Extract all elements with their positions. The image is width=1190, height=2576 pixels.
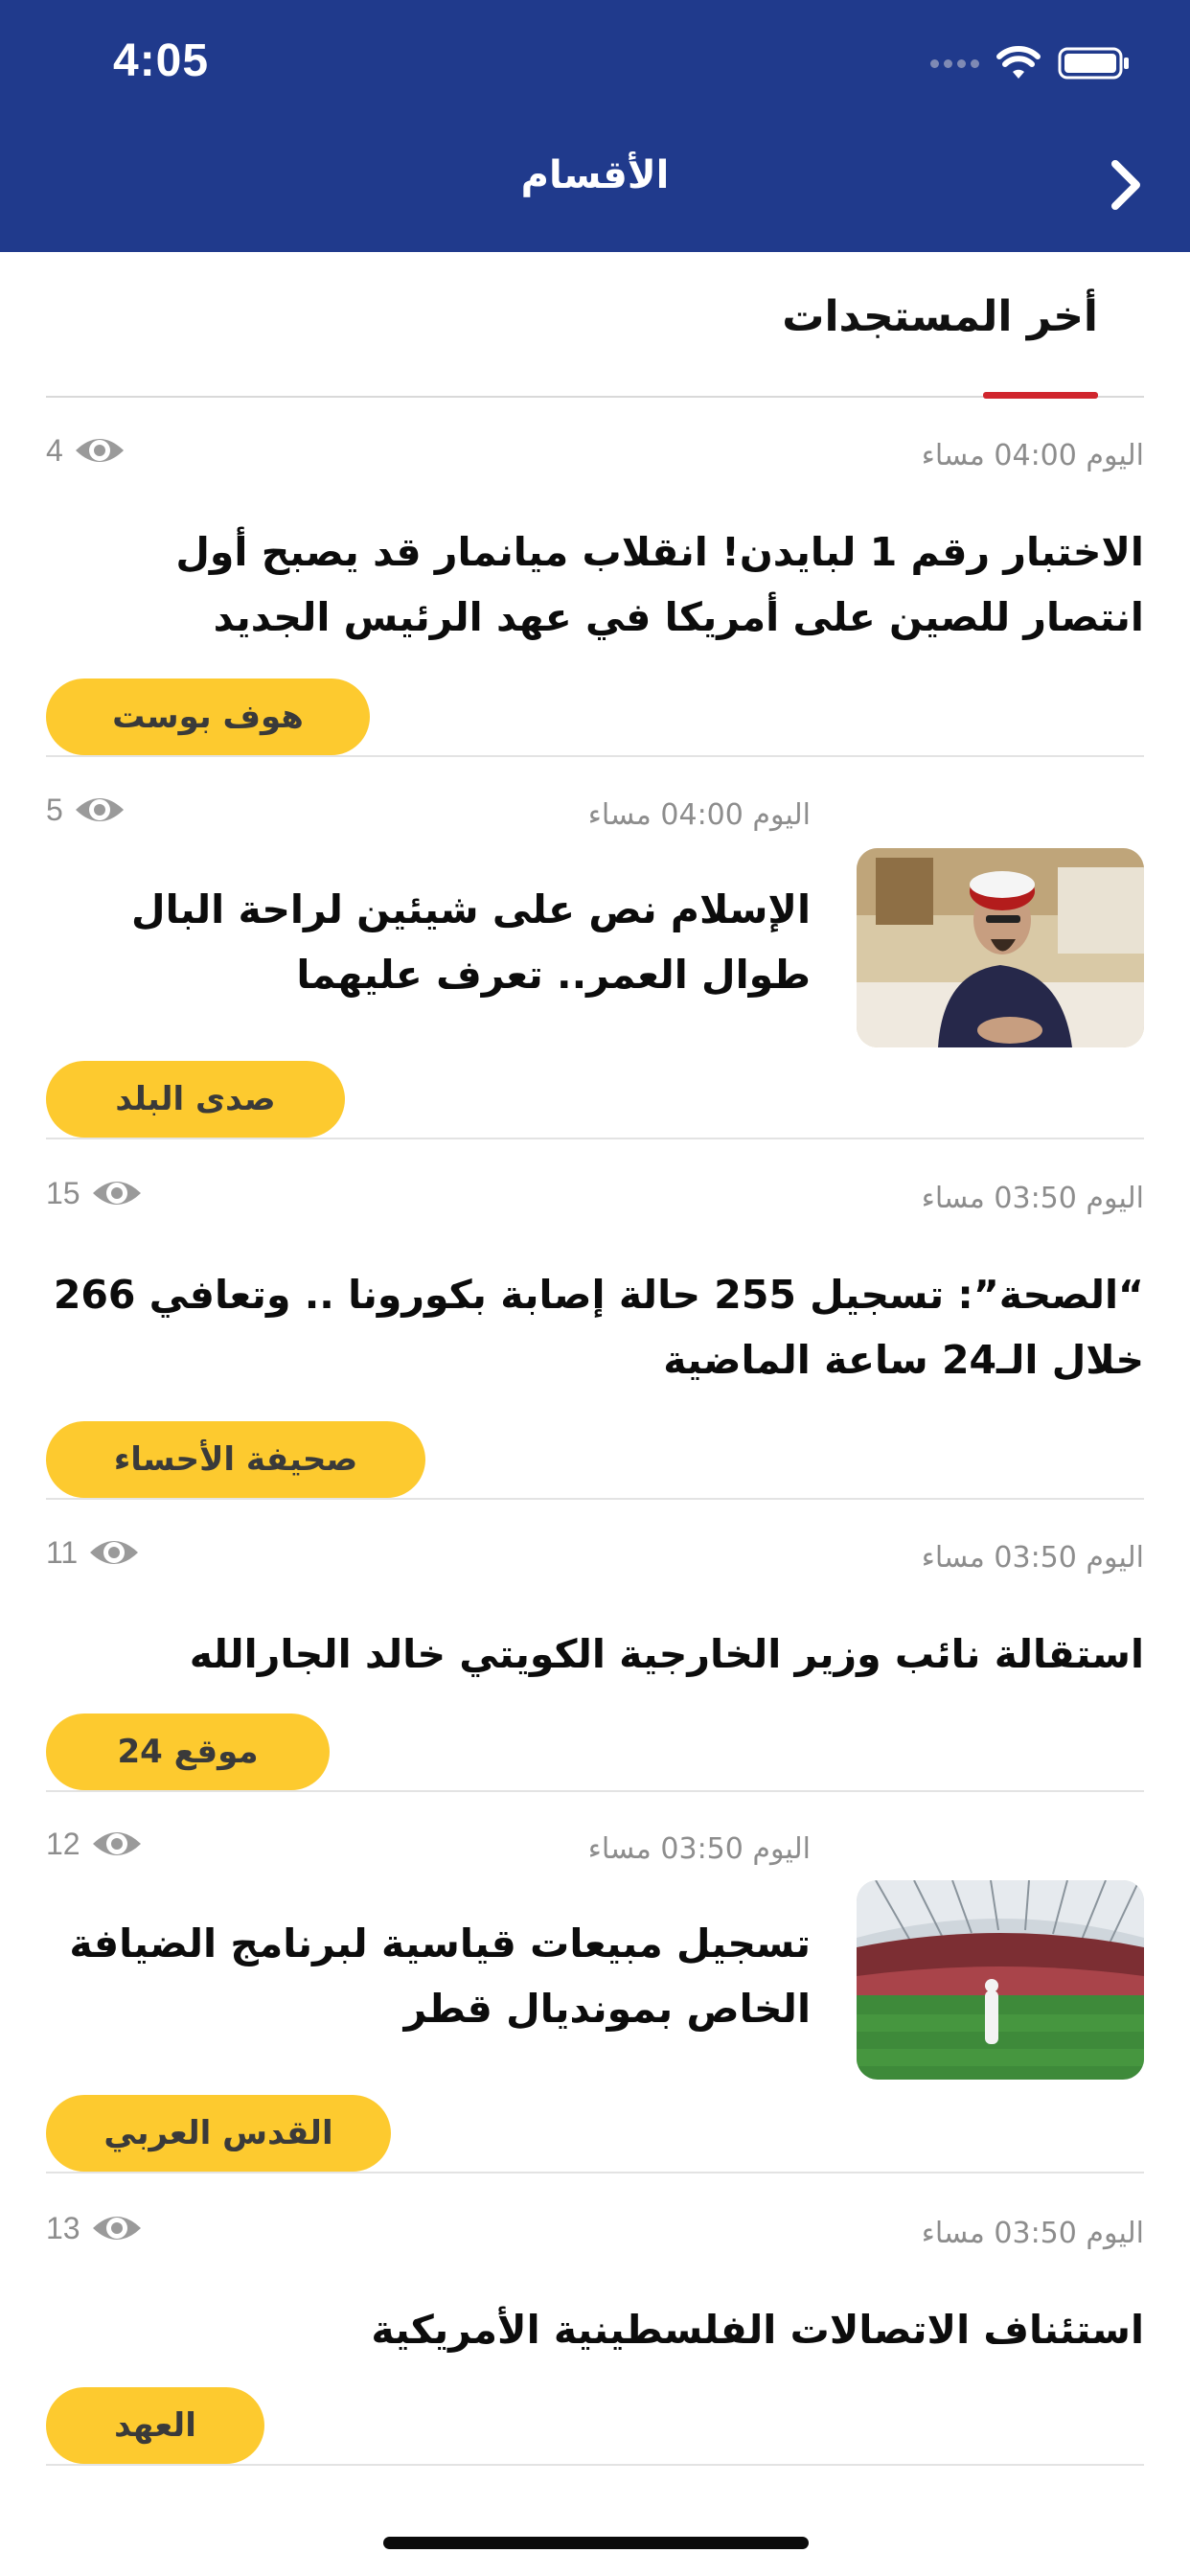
page-title: الأقسام [520,153,670,197]
source-badge[interactable]: العهد [46,2387,264,2464]
article-item[interactable]: اليوم 03:50 مساء 11 استقالة نائب وزير ال… [46,1535,1144,1792]
article-time: اليوم 04:00 مساء [921,439,1144,472]
article-time: اليوم 03:50 مساء [587,1832,811,1866]
eye-icon [90,1541,139,1564]
article-headline[interactable]: استقالة نائب وزير الخارجية الكويتي خالد … [46,1622,1144,1687]
article-headline[interactable]: تسجيل مبيعات قياسية لبرنامج الضيافة الخا… [46,1911,811,2041]
view-count: 5 [46,791,126,829]
source-badge[interactable]: صحيفة الأحساء [46,1421,425,1498]
source-badge[interactable]: هوف بوست [46,678,370,755]
article-headline[interactable]: الإسلام نص على شيئين لراحة البال طوال ال… [46,877,811,1007]
article-item[interactable]: اليوم 03:50 مساء 13 استئناف الاتصالات ال… [46,2211,1144,2466]
battery-icon [1058,47,1129,80]
status-time: 4:05 [113,35,210,86]
tab-active-indicator [983,392,1098,399]
tab-bar: أخر المستجدات [46,252,1144,399]
view-count: 15 [46,1174,144,1212]
source-badge[interactable]: موقع 24 [46,1714,330,1790]
view-count: 13 [46,2209,144,2247]
status-icons [930,44,1131,82]
eye-icon [92,1832,141,1855]
article-thumbnail[interactable] [857,848,1144,1047]
article-time: اليوم 03:50 مساء [921,2217,1144,2250]
chevron-right-icon [1111,160,1140,210]
article-headline[interactable]: الاختبار رقم 1 لبايدن! انقلاب ميانمار قد… [46,519,1144,650]
eye-icon [92,2217,141,2240]
view-count: 11 [46,1533,141,1572]
back-button[interactable] [1102,151,1150,218]
article-item[interactable]: اليوم 04:00 مساء 4 الاختبار رقم 1 لبايدن… [46,433,1144,757]
eye-icon [92,1182,141,1205]
eye-icon [75,798,124,821]
view-count-value: 12 [46,1826,80,1861]
cleric-portrait-image [857,848,1144,1047]
view-count-value: 11 [46,1534,79,1570]
view-count-value: 13 [46,2210,80,2245]
tab-latest-updates[interactable]: أخر المستجدات [782,292,1098,341]
view-count-value: 15 [46,1175,80,1210]
view-count: 12 [46,1825,144,1863]
article-headline[interactable]: “الصحة”: تسجيل 255 حالة إصابة بكورونا ..… [46,1262,1144,1392]
source-badge[interactable]: القدس العربي [46,2095,391,2172]
view-count: 4 [46,431,126,470]
signal-icon [930,58,979,68]
article-time: اليوم 03:50 مساء [921,1541,1144,1575]
source-badge[interactable]: صدى البلد [46,1061,345,1138]
article-headline[interactable]: استئناف الاتصالات الفلسطينية الأمريكية [46,2297,1144,2362]
app-header: 4:05 الأقسام [0,0,1190,252]
article-item[interactable]: اليوم 04:00 مساء 5 الإسلام نص على شيئين … [46,793,1144,1139]
article-thumbnail[interactable] [857,1880,1144,2080]
article-time: اليوم 03:50 مساء [921,1182,1144,1215]
article-item[interactable]: اليوم 03:50 مساء 15 “الصحة”: تسجيل 255 ح… [46,1176,1144,1500]
view-count-value: 4 [46,432,63,468]
article-item[interactable]: اليوم 03:50 مساء 12 تسجيل مبيعات قياسية … [46,1827,1144,2174]
home-indicator[interactable] [383,2537,809,2549]
wifi-icon [996,46,1041,79]
stadium-image [857,1880,1144,2080]
article-time: اليوم 04:00 مساء [587,798,811,832]
view-count-value: 5 [46,792,63,827]
eye-icon [75,439,124,462]
